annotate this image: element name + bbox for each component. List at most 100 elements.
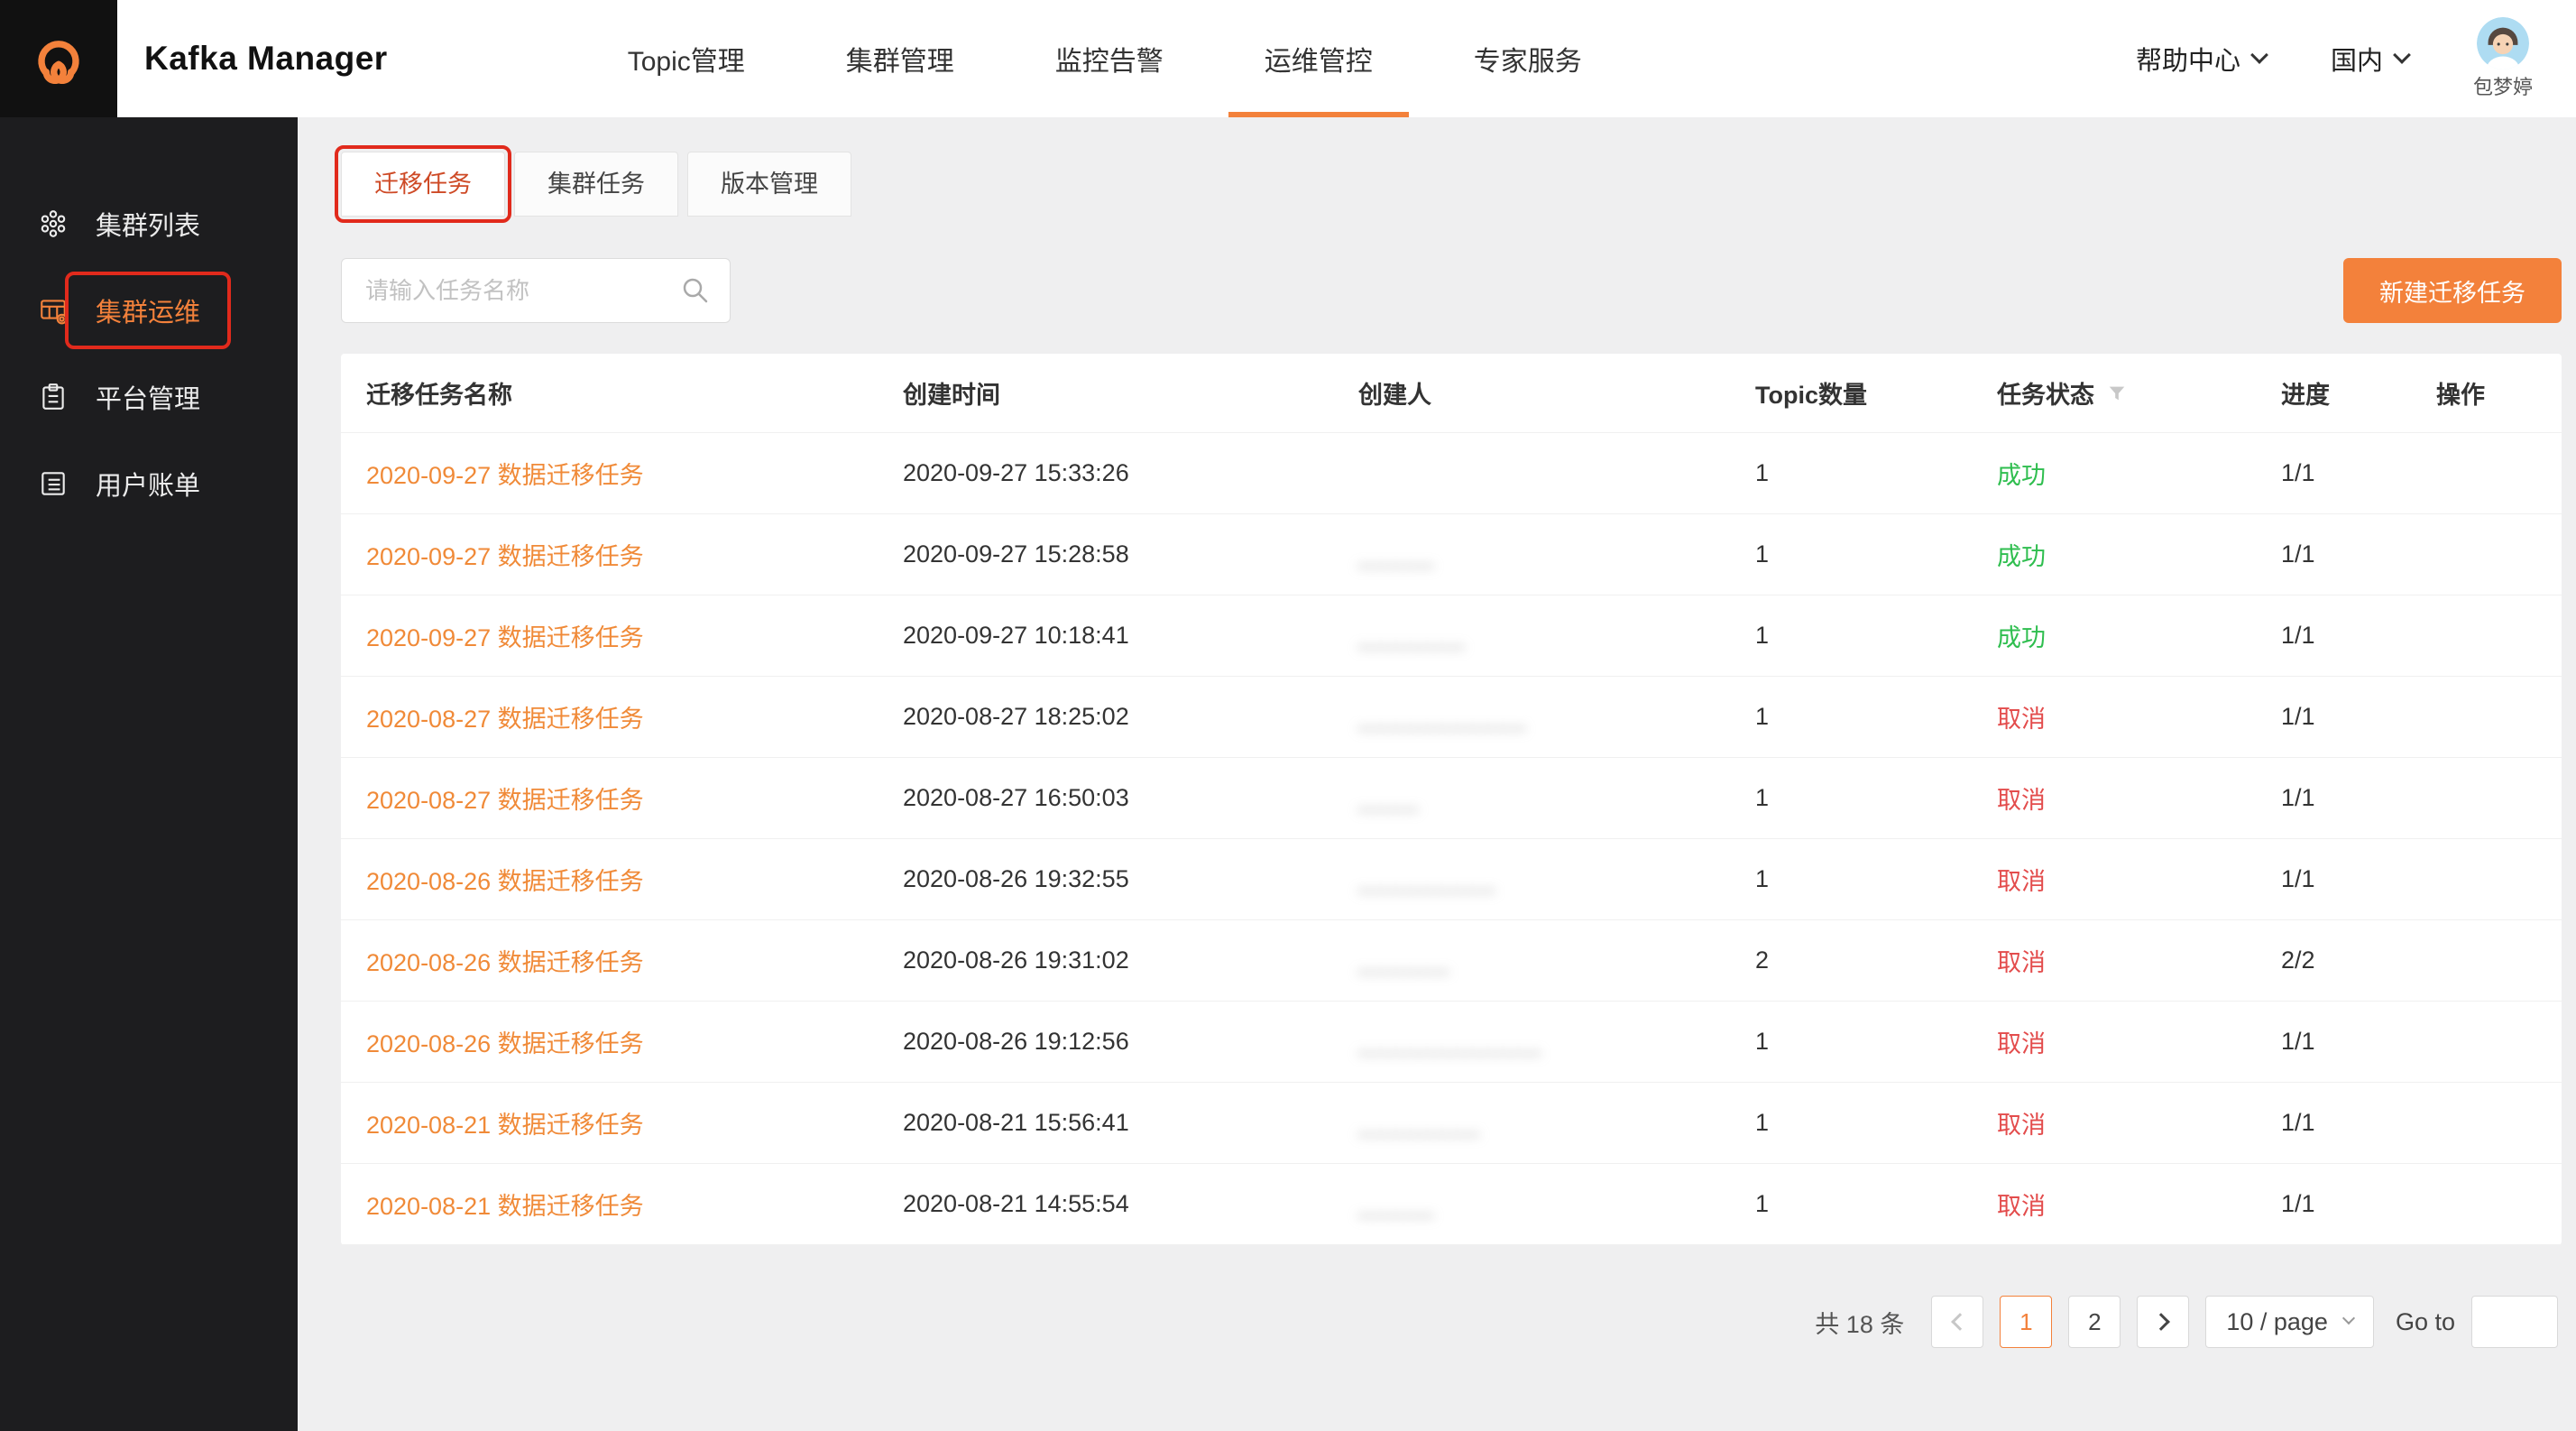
table-row: 2020-09-27 数据迁移任务 2020-09-27 10:18:41 __… xyxy=(341,595,2562,677)
task-name-link[interactable]: 2020-08-21 数据迁移任务 xyxy=(341,1105,878,1140)
help-center-menu[interactable]: 帮助中心 xyxy=(2136,40,2266,78)
status-badge: 取消 xyxy=(1972,1024,2256,1059)
topic-count: 1 xyxy=(1730,1028,1972,1056)
creator: ________ xyxy=(1333,1109,1730,1137)
progress: 1/1 xyxy=(2256,865,2411,893)
task-name-link[interactable]: 2020-09-27 数据迁移任务 xyxy=(341,456,878,491)
sidebar-item-label: 集群列表 xyxy=(96,205,200,243)
created-time: 2020-08-26 19:32:55 xyxy=(878,865,1333,893)
topic-count: 1 xyxy=(1730,1109,1972,1137)
col-progress: 进度 xyxy=(2256,375,2411,411)
created-time: 2020-08-26 19:31:02 xyxy=(878,946,1333,974)
page-1-button[interactable]: 1 xyxy=(2000,1296,2052,1348)
sidebar-item-platform[interactable]: 平台管理 xyxy=(0,354,298,440)
col-topic-count: Topic数量 xyxy=(1730,375,1972,411)
create-migration-task-button[interactable]: 新建迁移任务 xyxy=(2343,258,2562,323)
tab-migration-tasks[interactable]: 迁移任务 xyxy=(341,152,505,217)
topbar-right: 帮助中心 国内 包梦婷 xyxy=(2136,17,2576,100)
nav-expert-service[interactable]: 专家服务 xyxy=(1423,0,1633,117)
top-nav: Topic管理 集群管理 监控告警 运维管控 专家服务 xyxy=(577,0,1633,117)
creator: ___________ xyxy=(1333,703,1730,731)
status-badge: 取消 xyxy=(1972,943,2256,978)
goto-label: Go to xyxy=(2396,1308,2455,1336)
task-name-link[interactable]: 2020-08-26 数据迁移任务 xyxy=(341,943,878,978)
progress: 1/1 xyxy=(2256,1028,2411,1056)
progress: 1/1 xyxy=(2256,784,2411,812)
help-center-label: 帮助中心 xyxy=(2136,40,2240,78)
col-creator: 创建人 xyxy=(1333,375,1730,411)
nav-monitor-alert[interactable]: 监控告警 xyxy=(1005,0,1214,117)
nav-topic-management[interactable]: Topic管理 xyxy=(577,0,796,117)
page-2-button[interactable]: 2 xyxy=(2068,1296,2121,1348)
creator: ____________ xyxy=(1333,1028,1730,1056)
table-row: 2020-08-27 数据迁移任务 2020-08-27 18:25:02 __… xyxy=(341,677,2562,758)
status-badge: 取消 xyxy=(1972,1186,2256,1222)
region-select[interactable]: 国内 xyxy=(2331,40,2408,78)
created-time: 2020-08-26 19:12:56 xyxy=(878,1028,1333,1056)
clipboard-icon xyxy=(38,382,69,412)
table-row: 2020-08-26 数据迁移任务 2020-08-26 19:32:55 __… xyxy=(341,839,2562,920)
tab-cluster-tasks[interactable]: 集群任务 xyxy=(514,152,678,217)
sidebar-item-user-billing[interactable]: 用户账单 xyxy=(0,440,298,527)
progress: 1/1 xyxy=(2256,1190,2411,1218)
sidebar-item-cluster-list[interactable]: 集群列表 xyxy=(0,180,298,267)
progress: 2/2 xyxy=(2256,946,2411,974)
progress: 1/1 xyxy=(2256,540,2411,568)
chevron-right-icon xyxy=(2152,1313,2170,1331)
created-time: 2020-08-27 18:25:02 xyxy=(878,703,1333,731)
table-row: 2020-08-27 数据迁移任务 2020-08-27 16:50:03 __… xyxy=(341,758,2562,839)
task-name-link[interactable]: 2020-08-21 数据迁移任务 xyxy=(341,1186,878,1222)
toolbar: 新建迁移任务 xyxy=(341,258,2562,323)
col-task-status: 任务状态 xyxy=(1972,375,2256,411)
filter-funnel-icon[interactable] xyxy=(2107,383,2127,403)
nav-cluster-management[interactable]: 集群管理 xyxy=(796,0,1005,117)
status-badge: 取消 xyxy=(1972,862,2256,897)
table-row: 2020-08-26 数据迁移任务 2020-08-26 19:31:02 __… xyxy=(341,920,2562,1002)
task-name-link[interactable]: 2020-09-27 数据迁移任务 xyxy=(341,537,878,572)
goto-page-input[interactable] xyxy=(2471,1296,2558,1348)
task-name-link[interactable]: 2020-09-27 数据迁移任务 xyxy=(341,618,878,653)
creator: ______ xyxy=(1333,946,1730,974)
search-icon[interactable] xyxy=(680,275,711,306)
search-box xyxy=(341,258,731,323)
app-title: Kafka Manager xyxy=(144,40,388,78)
progress: 1/1 xyxy=(2256,703,2411,731)
table-header-row: 迁移任务名称 创建时间 创建人 Topic数量 任务状态 进度 操作 xyxy=(341,354,2562,433)
created-time: 2020-08-21 15:56:41 xyxy=(878,1109,1333,1137)
search-input[interactable] xyxy=(341,258,731,323)
migration-task-table: 迁移任务名称 创建时间 创建人 Topic数量 任务状态 进度 操作 2020-… xyxy=(341,354,2562,1245)
task-name-link[interactable]: 2020-08-27 数据迁移任务 xyxy=(341,699,878,734)
avatar xyxy=(2477,17,2529,69)
status-badge: 成功 xyxy=(1972,618,2256,653)
sidebar-item-cluster-ops[interactable]: 集群运维 xyxy=(0,267,298,354)
sidebar: 集群列表 集群运维 平台管理 用户账单 xyxy=(0,117,298,1431)
page-size-select[interactable]: 10 / page xyxy=(2205,1296,2374,1348)
user-menu[interactable]: 包梦婷 xyxy=(2473,17,2533,100)
task-name-link[interactable]: 2020-08-26 数据迁移任务 xyxy=(341,1024,878,1059)
created-time: 2020-08-27 16:50:03 xyxy=(878,784,1333,812)
table-row: 2020-08-21 数据迁移任务 2020-08-21 15:56:41 __… xyxy=(341,1083,2562,1164)
status-badge: 成功 xyxy=(1972,537,2256,572)
main-content: 迁移任务 集群任务 版本管理 新建迁移任务 迁移任务名称 创建时间 创建人 To… xyxy=(298,117,2576,1431)
app-logo[interactable] xyxy=(0,0,117,117)
topic-count: 1 xyxy=(1730,540,1972,568)
created-time: 2020-09-27 10:18:41 xyxy=(878,622,1333,650)
creator: _______ xyxy=(1333,622,1730,650)
prev-page-button[interactable] xyxy=(1931,1296,1983,1348)
col-task-name: 迁移任务名称 xyxy=(341,375,878,411)
cluster-dots-icon xyxy=(38,208,69,239)
sidebar-item-label: 用户账单 xyxy=(96,465,200,503)
task-name-link[interactable]: 2020-08-27 数据迁移任务 xyxy=(341,780,878,816)
region-label: 国内 xyxy=(2331,40,2383,78)
progress: 1/1 xyxy=(2256,1109,2411,1137)
topic-count: 1 xyxy=(1730,784,1972,812)
topic-count: 2 xyxy=(1730,946,1972,974)
col-operations: 操作 xyxy=(2411,375,2562,411)
topbar: Kafka Manager Topic管理 集群管理 监控告警 运维管控 专家服… xyxy=(0,0,2576,117)
pagination-total: 共 18 条 xyxy=(1815,1305,1904,1340)
task-name-link[interactable]: 2020-08-26 数据迁移任务 xyxy=(341,862,878,897)
next-page-button[interactable] xyxy=(2137,1296,2189,1348)
nav-ops-control[interactable]: 运维管控 xyxy=(1214,0,1423,117)
col-created-time: 创建时间 xyxy=(878,375,1333,411)
tab-version-management[interactable]: 版本管理 xyxy=(687,152,851,217)
